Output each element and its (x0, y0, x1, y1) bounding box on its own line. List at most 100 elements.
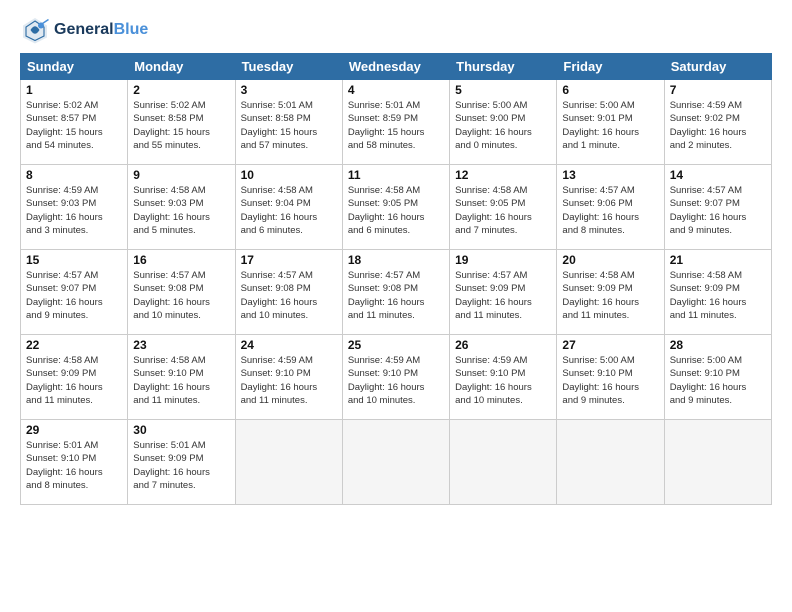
day-info: Sunrise: 5:01 AM Sunset: 8:58 PM Dayligh… (241, 99, 337, 152)
day-number: 13 (562, 168, 658, 182)
logo-text: GeneralBlue (54, 20, 148, 39)
day-info: Sunrise: 4:59 AM Sunset: 9:10 PM Dayligh… (241, 354, 337, 407)
day-info: Sunrise: 5:00 AM Sunset: 9:00 PM Dayligh… (455, 99, 551, 152)
day-number: 16 (133, 253, 229, 267)
day-info: Sunrise: 4:59 AM Sunset: 9:10 PM Dayligh… (348, 354, 444, 407)
calendar-cell (342, 420, 449, 505)
day-number: 27 (562, 338, 658, 352)
day-number: 24 (241, 338, 337, 352)
calendar-cell: 12 Sunrise: 4:58 AM Sunset: 9:05 PM Dayli… (450, 165, 557, 250)
calendar-cell: 1 Sunrise: 5:02 AM Sunset: 8:57 PM Daylig… (21, 80, 128, 165)
day-number: 9 (133, 168, 229, 182)
calendar-cell: 13 Sunrise: 4:57 AM Sunset: 9:06 PM Dayli… (557, 165, 664, 250)
calendar-cell (664, 420, 771, 505)
day-info: Sunrise: 4:57 AM Sunset: 9:09 PM Dayligh… (455, 269, 551, 322)
calendar-cell (235, 420, 342, 505)
day-number: 18 (348, 253, 444, 267)
day-number: 26 (455, 338, 551, 352)
calendar-cell: 22 Sunrise: 4:58 AM Sunset: 9:09 PM Dayli… (21, 335, 128, 420)
day-number: 21 (670, 253, 766, 267)
calendar-cell: 23 Sunrise: 4:58 AM Sunset: 9:10 PM Dayli… (128, 335, 235, 420)
day-info: Sunrise: 5:00 AM Sunset: 9:10 PM Dayligh… (562, 354, 658, 407)
day-info: Sunrise: 5:02 AM Sunset: 8:57 PM Dayligh… (26, 99, 122, 152)
day-number: 12 (455, 168, 551, 182)
day-number: 1 (26, 83, 122, 97)
calendar-table: SundayMondayTuesdayWednesdayThursdayFrid… (20, 53, 772, 505)
day-number: 17 (241, 253, 337, 267)
day-info: Sunrise: 5:02 AM Sunset: 8:58 PM Dayligh… (133, 99, 229, 152)
calendar-cell: 15Sunrise: 4:57 AM Sunset: 9:07 PM Dayli… (21, 250, 128, 335)
calendar-cell: 5 Sunrise: 5:00 AM Sunset: 9:00 PM Daylig… (450, 80, 557, 165)
calendar-cell: 8 Sunrise: 4:59 AM Sunset: 9:03 PM Daylig… (21, 165, 128, 250)
day-info: Sunrise: 4:57 AM Sunset: 9:08 PM Dayligh… (348, 269, 444, 322)
header: GeneralBlue (20, 15, 772, 45)
day-number: 8 (26, 168, 122, 182)
weekday-header: Saturday (664, 54, 771, 80)
calendar-cell: 19 Sunrise: 4:57 AM Sunset: 9:09 PM Dayli… (450, 250, 557, 335)
day-number: 14 (670, 168, 766, 182)
day-info: Sunrise: 5:00 AM Sunset: 9:10 PM Dayligh… (670, 354, 766, 407)
calendar-cell: 28 Sunrise: 5:00 AM Sunset: 9:10 PM Dayli… (664, 335, 771, 420)
calendar-cell: 16 Sunrise: 4:57 AM Sunset: 9:08 PM Dayli… (128, 250, 235, 335)
calendar-cell: 18 Sunrise: 4:57 AM Sunset: 9:08 PM Dayli… (342, 250, 449, 335)
day-info: Sunrise: 4:57 AM Sunset: 9:06 PM Dayligh… (562, 184, 658, 237)
day-number: 25 (348, 338, 444, 352)
day-info: Sunrise: 4:57 AM Sunset: 9:08 PM Dayligh… (241, 269, 337, 322)
day-info: Sunrise: 4:58 AM Sunset: 9:04 PM Dayligh… (241, 184, 337, 237)
calendar-cell: 10 Sunrise: 4:58 AM Sunset: 9:04 PM Dayli… (235, 165, 342, 250)
weekday-header: Tuesday (235, 54, 342, 80)
calendar-cell: 25 Sunrise: 4:59 AM Sunset: 9:10 PM Dayli… (342, 335, 449, 420)
calendar-header-row: SundayMondayTuesdayWednesdayThursdayFrid… (21, 54, 772, 80)
day-number: 4 (348, 83, 444, 97)
day-info: Sunrise: 4:57 AM Sunset: 9:07 PM Dayligh… (670, 184, 766, 237)
calendar-cell: 17 Sunrise: 4:57 AM Sunset: 9:08 PM Dayli… (235, 250, 342, 335)
day-info: Sunrise: 4:58 AM Sunset: 9:03 PM Dayligh… (133, 184, 229, 237)
weekday-header: Friday (557, 54, 664, 80)
day-info: Sunrise: 4:58 AM Sunset: 9:09 PM Dayligh… (26, 354, 122, 407)
weekday-header: Sunday (21, 54, 128, 80)
logo-icon (20, 15, 50, 45)
calendar-cell: 3Sunrise: 5:01 AM Sunset: 8:58 PM Daylig… (235, 80, 342, 165)
day-info: Sunrise: 4:59 AM Sunset: 9:10 PM Dayligh… (455, 354, 551, 407)
calendar-cell: 30Sunrise: 5:01 AM Sunset: 9:09 PM Dayli… (128, 420, 235, 505)
day-info: Sunrise: 4:59 AM Sunset: 9:03 PM Dayligh… (26, 184, 122, 237)
calendar-week-row: 15Sunrise: 4:57 AM Sunset: 9:07 PM Dayli… (21, 250, 772, 335)
day-info: Sunrise: 5:00 AM Sunset: 9:01 PM Dayligh… (562, 99, 658, 152)
day-number: 19 (455, 253, 551, 267)
day-number: 5 (455, 83, 551, 97)
calendar-cell: 11Sunrise: 4:58 AM Sunset: 9:05 PM Dayli… (342, 165, 449, 250)
day-info: Sunrise: 4:58 AM Sunset: 9:09 PM Dayligh… (670, 269, 766, 322)
weekday-header: Monday (128, 54, 235, 80)
calendar-week-row: 22 Sunrise: 4:58 AM Sunset: 9:09 PM Dayli… (21, 335, 772, 420)
calendar-cell: 24 Sunrise: 4:59 AM Sunset: 9:10 PM Dayli… (235, 335, 342, 420)
calendar-week-row: 1 Sunrise: 5:02 AM Sunset: 8:57 PM Daylig… (21, 80, 772, 165)
day-number: 10 (241, 168, 337, 182)
calendar-cell: 14 Sunrise: 4:57 AM Sunset: 9:07 PM Dayli… (664, 165, 771, 250)
day-info: Sunrise: 4:58 AM Sunset: 9:05 PM Dayligh… (455, 184, 551, 237)
calendar-cell: 20 Sunrise: 4:58 AM Sunset: 9:09 PM Dayli… (557, 250, 664, 335)
weekday-header: Wednesday (342, 54, 449, 80)
day-info: Sunrise: 4:58 AM Sunset: 9:05 PM Dayligh… (348, 184, 444, 237)
day-info: Sunrise: 4:58 AM Sunset: 9:09 PM Dayligh… (562, 269, 658, 322)
day-info: Sunrise: 5:01 AM Sunset: 9:10 PM Dayligh… (26, 439, 122, 492)
day-number: 22 (26, 338, 122, 352)
calendar-cell: 6 Sunrise: 5:00 AM Sunset: 9:01 PM Daylig… (557, 80, 664, 165)
calendar-cell (450, 420, 557, 505)
calendar-cell (557, 420, 664, 505)
calendar-cell: 29Sunrise: 5:01 AM Sunset: 9:10 PM Dayli… (21, 420, 128, 505)
day-number: 6 (562, 83, 658, 97)
day-number: 23 (133, 338, 229, 352)
weekday-header: Thursday (450, 54, 557, 80)
day-info: Sunrise: 5:01 AM Sunset: 8:59 PM Dayligh… (348, 99, 444, 152)
calendar-week-row: 8 Sunrise: 4:59 AM Sunset: 9:03 PM Daylig… (21, 165, 772, 250)
day-info: Sunrise: 5:01 AM Sunset: 9:09 PM Dayligh… (133, 439, 229, 492)
calendar-week-row: 29Sunrise: 5:01 AM Sunset: 9:10 PM Dayli… (21, 420, 772, 505)
calendar-cell: 27 Sunrise: 5:00 AM Sunset: 9:10 PM Dayli… (557, 335, 664, 420)
day-info: Sunrise: 4:58 AM Sunset: 9:10 PM Dayligh… (133, 354, 229, 407)
day-info: Sunrise: 4:59 AM Sunset: 9:02 PM Dayligh… (670, 99, 766, 152)
day-number: 20 (562, 253, 658, 267)
day-info: Sunrise: 4:57 AM Sunset: 9:08 PM Dayligh… (133, 269, 229, 322)
day-number: 28 (670, 338, 766, 352)
calendar-cell: 21 Sunrise: 4:58 AM Sunset: 9:09 PM Dayli… (664, 250, 771, 335)
calendar-cell: 9 Sunrise: 4:58 AM Sunset: 9:03 PM Daylig… (128, 165, 235, 250)
